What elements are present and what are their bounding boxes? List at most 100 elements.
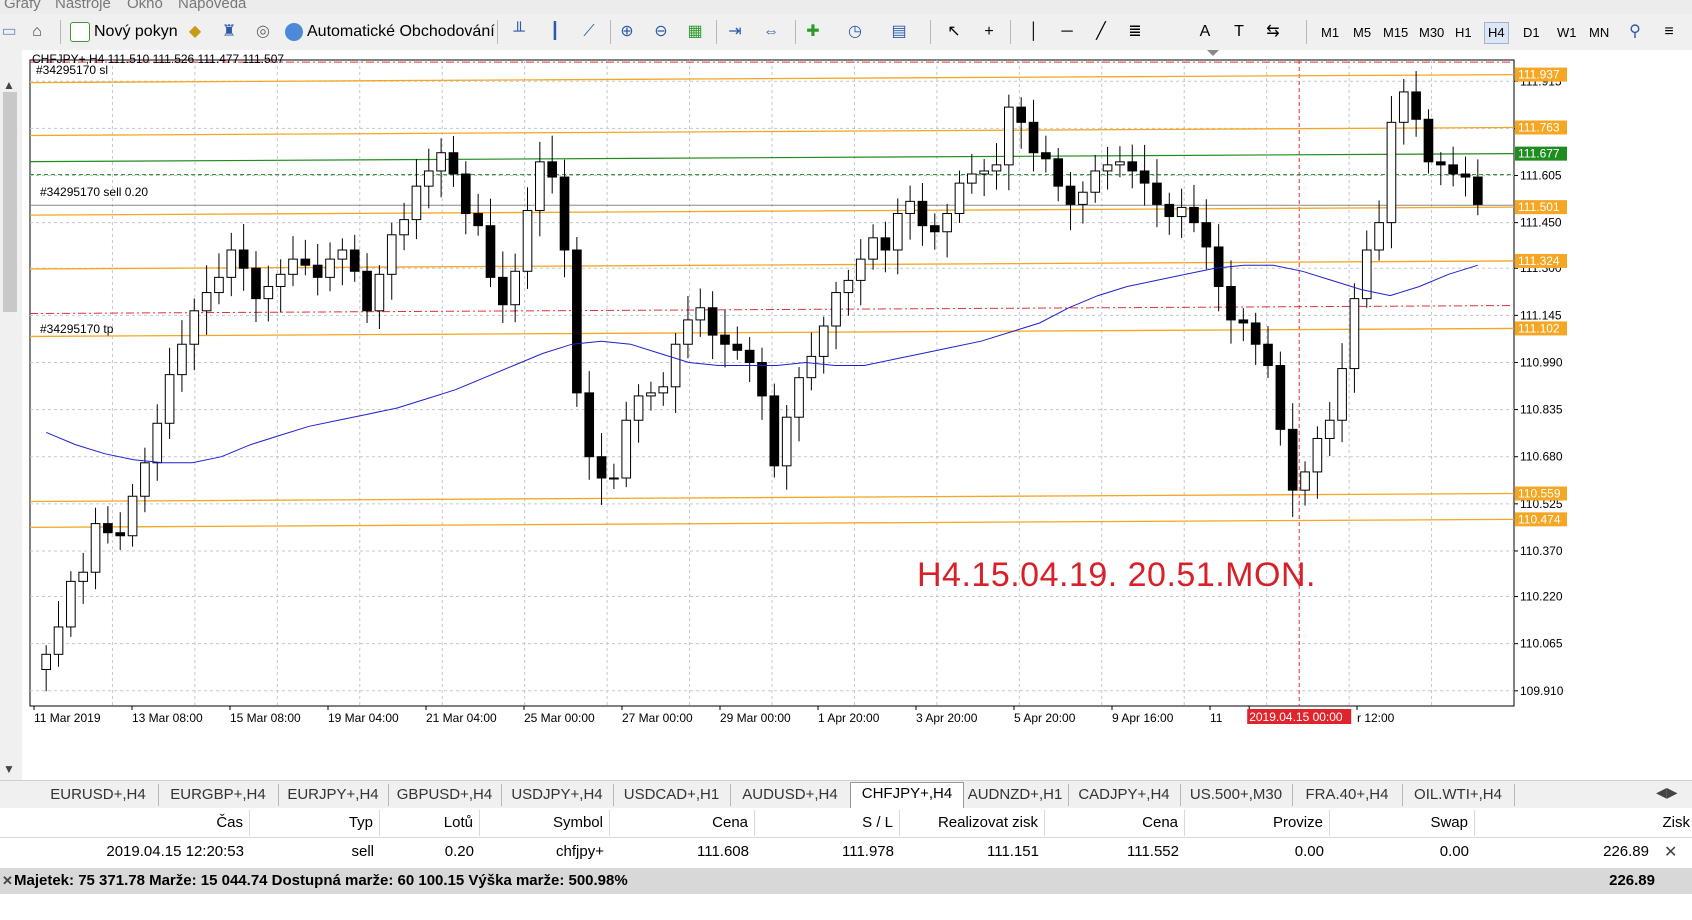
candle-bear [929,225,940,233]
tab-us500-m30[interactable]: US.500+,M30 [1180,784,1293,806]
col-symbol[interactable]: Symbol [480,810,610,836]
periods-icon[interactable]: ◷ [846,23,864,41]
autoscroll-icon[interactable]: ⇥ [726,23,744,41]
candle-bull [1102,164,1113,172]
menu-item-grafy[interactable]: Grafy [4,0,41,12]
tab-oilwti-h4[interactable]: OIL.WTI+,H4 [1402,784,1515,806]
candle-bull [411,185,422,221]
window-icon[interactable]: ▭ [0,23,18,41]
cell-commission: 0.00 [1294,843,1324,860]
col-commission[interactable]: Provize [1185,810,1330,836]
timeframe-m1[interactable]: M1 [1318,23,1342,43]
x-tick-label: 19 Mar 04:00 [328,711,399,725]
col-current-price[interactable]: Cena [1045,810,1185,836]
fibonacci-icon[interactable]: ≣ [1126,23,1144,41]
menu-item-okno[interactable]: Okno [127,0,163,12]
experts-icon[interactable]: ♜ [220,23,238,41]
tab-usdjpy-h4[interactable]: USDJPY+,H4 [501,784,614,806]
templates-icon[interactable]: ▤ [890,23,908,41]
col-time[interactable]: Čas [0,810,250,836]
timeframe-h4[interactable]: H4 [1484,22,1509,44]
chart-window[interactable]: 111.915111.760111.605111.450111.300111.1… [22,50,1692,780]
horizontal-line-icon[interactable]: ─ [1058,23,1076,41]
text-icon[interactable]: A [1196,23,1214,41]
price-chart[interactable]: 111.915111.760111.605111.450111.300111.1… [22,50,1692,780]
candle-bull [325,258,335,278]
scroll-down-icon[interactable]: ▼ [3,762,15,776]
candle-bear [572,249,582,394]
line-chart-icon[interactable]: ⟋ [580,23,598,41]
candle-bull [423,170,434,187]
search-icon[interactable]: ⚲ [1626,23,1644,41]
close-icon[interactable]: ✕ [2,868,13,894]
timeframe-m30[interactable]: M30 [1416,23,1447,43]
tab-chfjpy-h4[interactable]: CHFJPY+,H4 [850,782,964,808]
bottom-strip [0,894,1692,920]
tile-windows-icon[interactable]: ▦ [686,23,704,41]
bar-chart-icon[interactable]: ╨ [510,23,528,41]
gold-icon[interactable]: ◆ [186,23,204,41]
y-tick-label: 110.220 [1520,590,1563,604]
menu-item-nastroje[interactable]: Nástroje [55,0,111,12]
chart-annotation: H4.15.04.19. 20.51.MON. [917,556,1316,594]
history-icon[interactable]: ⌂ [28,23,46,41]
arrows-icon[interactable]: ⇆ [1264,23,1282,41]
cell-time: 2019.04.15 12:20:53 [106,843,244,860]
col-swap[interactable]: Swap [1330,810,1475,836]
candle-bear [349,249,360,272]
cell-lots: 0.20 [444,843,474,860]
vertical-line-icon[interactable]: │ [1025,23,1043,41]
candle-chart-icon[interactable]: ┃ [546,23,564,41]
tab-gbpusd-h4[interactable]: GBPUSD+,H4 [388,784,502,806]
cursor-icon[interactable]: ↖ [945,23,963,41]
left-scrollbar[interactable]: ▲ ▼ [0,50,23,780]
timeframe-m5[interactable]: M5 [1350,23,1374,43]
crosshair-icon[interactable]: + [980,23,998,41]
indicators-icon[interactable]: ✚ [804,23,822,41]
symbol-tabs: EURUSD+,H4 EURGBP+,H4 EURJPY+,H4 GBPUSD+… [0,780,1692,809]
candle-bull [1004,106,1014,166]
candle-bear [559,176,570,251]
scroll-up-icon[interactable]: ▲ [3,78,15,92]
zoom-in-icon[interactable]: ⊕ [618,23,636,41]
x-tick-label: 29 Mar 00:00 [720,711,791,725]
price-label: 111.677 [1518,147,1560,161]
options-icon[interactable]: ≡ [1660,23,1678,41]
x-tick-label: 9 Apr 16:00 [1112,711,1174,725]
close-position-icon[interactable]: ✕ [1664,842,1677,862]
timeframe-m15[interactable]: M15 [1380,23,1411,43]
col-price[interactable]: Cena [610,810,755,836]
tab-usdcad-h1[interactable]: USDCAD+,H1 [613,784,731,806]
timeframe-h1[interactable]: H1 [1452,23,1475,43]
tab-audusd-h4[interactable]: AUDUSD+,H4 [730,784,851,806]
signals-icon[interactable]: ◎ [254,23,272,41]
zoom-out-icon[interactable]: ⊖ [652,23,670,41]
candle-bear [473,213,483,227]
tab-eurjpy-h4[interactable]: EURJPY+,H4 [278,784,389,806]
tab-fra40-h4[interactable]: FRA.40+,H4 [1292,784,1403,806]
tab-eurgbp-h4[interactable]: EURGBP+,H4 [158,784,279,806]
text-label-icon[interactable]: T [1230,23,1248,41]
col-type[interactable]: Typ [250,810,380,836]
col-profit[interactable]: Zisk [1475,810,1692,836]
chart-shift-icon[interactable]: ⇔ [762,23,780,41]
tab-scroll-icon[interactable]: ◀▶ [1656,784,1678,801]
timeframe-mn[interactable]: MN [1586,23,1612,43]
timeframe-w1[interactable]: W1 [1554,23,1580,43]
trendline-icon[interactable]: ╱ [1092,23,1110,41]
new-order-button[interactable]: Nový pokyn [70,19,178,45]
tab-cadjpy-h4[interactable]: CADJPY+,H4 [1068,784,1181,806]
scroll-thumb[interactable] [3,92,17,312]
tab-eurusd-h4[interactable]: EURUSD+,H4 [38,784,159,806]
tab-audnzd-h1[interactable]: AUDNZD+,H1 [962,784,1069,806]
auto-trading-button[interactable]: Automatické Obchodování [285,19,495,45]
candle-bear [1423,118,1434,163]
col-sl[interactable]: S / L [755,810,900,836]
menu-item-napoveda[interactable]: Nápověda [178,0,246,12]
candle-bull [1337,368,1347,421]
candle-bull [90,523,101,573]
candle-bear [460,173,471,215]
col-lots[interactable]: Lotů [380,810,480,836]
col-tp[interactable]: Realizovat zisk [900,810,1045,836]
timeframe-d1[interactable]: D1 [1520,23,1543,43]
